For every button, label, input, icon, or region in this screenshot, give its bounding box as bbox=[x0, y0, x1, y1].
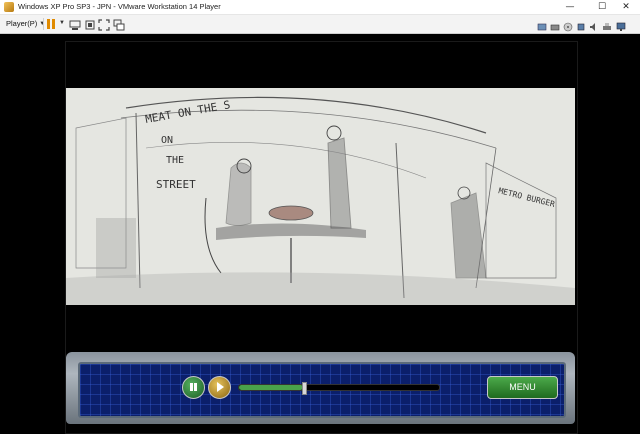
network-adapter-icon[interactable] bbox=[537, 19, 547, 31]
close-button[interactable]: ✕ bbox=[612, 0, 640, 14]
seek-bar[interactable] bbox=[238, 382, 440, 395]
chevron-down-icon[interactable]: ▼ bbox=[59, 20, 65, 26]
pause-icon[interactable] bbox=[47, 19, 56, 29]
fullscreen-icon[interactable] bbox=[98, 18, 110, 31]
video-frame[interactable]: MEAT ON THE S ON THE STREET METRO BURGER bbox=[66, 88, 575, 305]
menu-button[interactable]: MENU bbox=[487, 376, 558, 399]
printer-icon[interactable] bbox=[602, 19, 612, 30]
storyboard-sketch: MEAT ON THE S ON THE STREET METRO BURGER bbox=[66, 88, 575, 305]
hard-disk-icon[interactable] bbox=[550, 19, 560, 31]
player-menu[interactable]: Player(P) ▼ bbox=[6, 18, 45, 30]
fit-guest-icon[interactable] bbox=[84, 18, 96, 30]
send-ctrl-alt-del-icon[interactable] bbox=[69, 18, 81, 30]
player-menu-label: Player(P) bbox=[6, 19, 38, 28]
sign-text-2: ON bbox=[161, 135, 173, 146]
play-button[interactable] bbox=[208, 376, 231, 399]
sign-text-3: THE bbox=[166, 155, 184, 166]
vmware-app-icon bbox=[4, 2, 14, 12]
minimize-button[interactable]: — bbox=[556, 0, 584, 14]
seek-handle[interactable] bbox=[302, 382, 307, 395]
cd-drive-icon[interactable] bbox=[563, 19, 573, 32]
usb-icon[interactable] bbox=[576, 19, 586, 31]
sound-icon[interactable] bbox=[589, 19, 599, 31]
sign-text-4: STREET bbox=[156, 178, 196, 191]
unity-icon[interactable] bbox=[113, 18, 125, 31]
window-title: Windows XP Pro SP3 - JPN - VMware Workst… bbox=[18, 2, 221, 11]
pause-button[interactable] bbox=[182, 376, 205, 399]
display-icon[interactable] bbox=[616, 19, 626, 31]
toolbar-divider bbox=[43, 18, 44, 30]
player-toolbar: Player(P) ▼ ▼ bbox=[0, 15, 640, 34]
window-title-bar[interactable]: Windows XP Pro SP3 - JPN - VMware Workst… bbox=[0, 0, 640, 15]
seek-progress bbox=[239, 385, 303, 390]
